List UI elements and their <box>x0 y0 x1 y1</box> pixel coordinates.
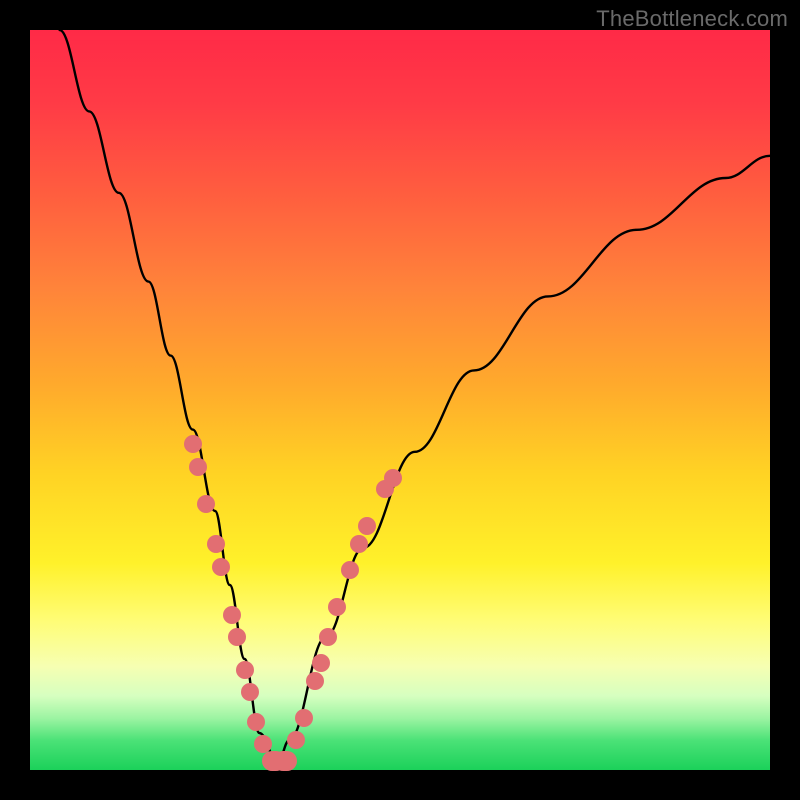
data-point <box>247 713 265 731</box>
data-point <box>184 435 202 453</box>
data-point <box>197 495 215 513</box>
data-point <box>212 558 230 576</box>
data-point <box>350 535 368 553</box>
data-point <box>358 517 376 535</box>
data-point <box>273 751 297 771</box>
data-point <box>223 606 241 624</box>
data-point <box>228 628 246 646</box>
data-point <box>312 654 330 672</box>
data-point <box>236 661 254 679</box>
data-points-layer <box>30 30 770 770</box>
data-point <box>384 469 402 487</box>
data-point <box>306 672 324 690</box>
data-point <box>189 458 207 476</box>
data-point <box>295 709 313 727</box>
data-point <box>328 598 346 616</box>
data-point <box>319 628 337 646</box>
watermark-text: TheBottleneck.com <box>596 6 788 32</box>
chart-area <box>30 30 770 770</box>
data-point <box>207 535 225 553</box>
data-point <box>287 731 305 749</box>
data-point <box>341 561 359 579</box>
data-point <box>241 683 259 701</box>
